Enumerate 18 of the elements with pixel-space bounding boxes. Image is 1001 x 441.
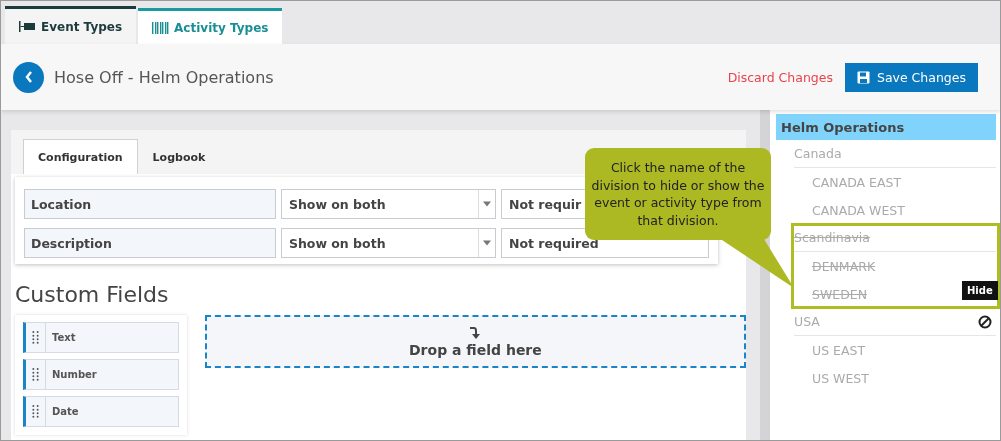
field-type-item[interactable]: Text [23,322,179,353]
field-name: Location [24,189,276,219]
field-name: Description [24,228,276,258]
drop-zone[interactable]: Drop a field here [204,315,746,368]
display-select[interactable]: Show on both [280,189,496,219]
division-root[interactable]: Helm Operations [776,114,996,140]
discard-changes-link[interactable]: Discard Changes [727,69,833,85]
field-type-item[interactable]: Date [23,396,179,427]
field-type-item[interactable]: Number [23,359,179,390]
save-changes-button[interactable]: Save Changes [844,62,978,92]
display-select[interactable]: Show on both [280,228,496,258]
page-title: Hose Off - Helm Operations [54,67,275,87]
content-tab[interactable]: Configuration [23,139,138,174]
tooltip: Hide [962,281,998,300]
top-tab[interactable]: Activity Types [138,8,283,44]
top-tab[interactable]: Event Types [5,6,137,44]
section-title: Custom Fields [15,282,170,307]
content-tab[interactable]: Logbook [137,139,221,174]
